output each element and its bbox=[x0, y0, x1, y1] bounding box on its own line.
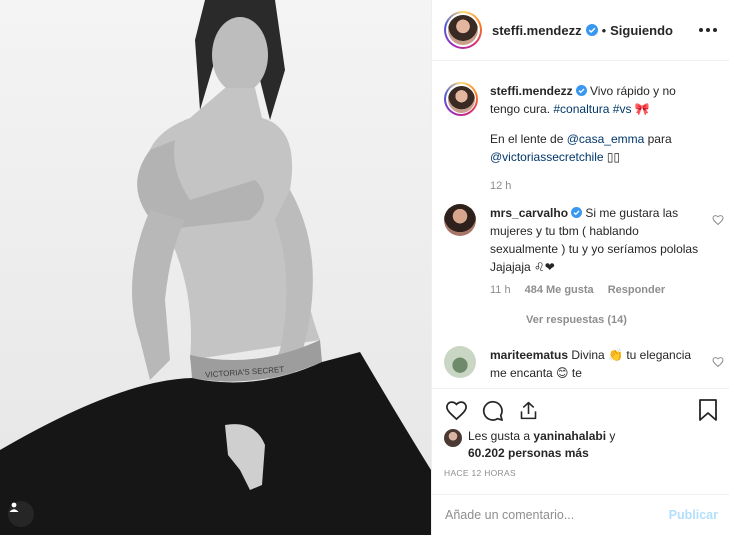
likes-summary: Les gusta a yaninahalabi y 60.202 person… bbox=[444, 428, 722, 462]
view-replies-label[interactable]: Ver respuestas (14) bbox=[526, 314, 627, 326]
heart-icon bbox=[445, 401, 467, 421]
avatar[interactable] bbox=[444, 11, 482, 49]
photo-illustration: VICTORIA'S SECRET bbox=[0, 0, 431, 535]
share-button[interactable] bbox=[516, 399, 540, 423]
liker-avatar[interactable] bbox=[444, 429, 462, 447]
action-bar bbox=[432, 388, 729, 432]
hashtag-conaltura[interactable]: #conaltura bbox=[553, 102, 609, 116]
commenter-avatar[interactable] bbox=[444, 204, 476, 236]
like-button[interactable] bbox=[444, 399, 468, 423]
save-button[interactable] bbox=[698, 399, 718, 426]
caption-text-3: para bbox=[644, 132, 672, 146]
reply-button[interactable]: Responder bbox=[608, 284, 665, 296]
post-comment-button[interactable]: Publicar bbox=[669, 508, 718, 522]
comment-text: mrs_carvalho Si me gustara las mujeres y… bbox=[490, 204, 704, 276]
caption-time[interactable]: 12 h bbox=[490, 180, 511, 192]
commenter-avatar[interactable] bbox=[444, 346, 476, 378]
likes-prefix: Les gusta a bbox=[468, 429, 534, 443]
mention-victoriassecretchile[interactable]: @victoriassecretchile bbox=[490, 150, 604, 164]
caption-text-2: En el lente de bbox=[490, 132, 567, 146]
mention-casa-emma[interactable]: @casa_emma bbox=[567, 132, 645, 146]
like-comment-heart-icon[interactable] bbox=[712, 214, 724, 226]
comment-meta: 11 h 484 Me gusta Responder bbox=[490, 284, 724, 296]
user-icon bbox=[9, 502, 19, 512]
tagged-user-button[interactable] bbox=[8, 501, 34, 527]
verified-badge-icon bbox=[571, 207, 583, 218]
comment-item: mariteematus Divina 👏 tu elegancia me en… bbox=[444, 346, 724, 382]
comment-username[interactable]: mrs_carvalho bbox=[490, 206, 568, 220]
view-replies-button[interactable]: Ver respuestas (14) bbox=[526, 314, 724, 326]
caption-item: steffi.mendezz Vivo rápido y no tengo cu… bbox=[444, 82, 724, 192]
likes-count[interactable]: 60.202 personas más bbox=[468, 446, 589, 460]
caption-username[interactable]: steffi.mendezz bbox=[490, 84, 573, 98]
comment-button[interactable] bbox=[480, 399, 504, 423]
more-options-icon[interactable] bbox=[698, 20, 718, 40]
comment-time[interactable]: 11 h bbox=[490, 284, 511, 296]
caption-text: steffi.mendezz Vivo rápido y no tengo cu… bbox=[490, 82, 704, 166]
comment-input[interactable] bbox=[445, 508, 669, 522]
likes-middle: y bbox=[606, 429, 616, 443]
post-header: steffi.mendezz • Siguiendo bbox=[432, 0, 729, 61]
comment-likes-count[interactable]: 484 Me gusta bbox=[525, 284, 594, 296]
comment-bubble-icon bbox=[482, 401, 503, 421]
comment-username[interactable]: mariteematus bbox=[490, 348, 568, 362]
comments-list[interactable]: steffi.mendezz Vivo rápido y no tengo cu… bbox=[432, 62, 729, 388]
caption-avatar[interactable] bbox=[444, 82, 478, 116]
following-button[interactable]: Siguiendo bbox=[610, 23, 673, 38]
add-comment-bar: Publicar bbox=[432, 494, 729, 535]
like-comment-heart-icon[interactable] bbox=[712, 356, 724, 368]
bow-emoji: 🎀 bbox=[634, 102, 650, 116]
caption-emoji-end: ▯▯ bbox=[606, 150, 621, 164]
post-side-panel: steffi.mendezz • Siguiendo steffi.mendez… bbox=[431, 0, 729, 535]
verified-badge-icon bbox=[575, 85, 587, 96]
liker-username[interactable]: yaninahalabi bbox=[533, 429, 606, 443]
post-timestamp[interactable]: HACE 12 HORAS bbox=[444, 468, 516, 478]
comment-item: mrs_carvalho Si me gustara las mujeres y… bbox=[444, 204, 724, 326]
hashtag-vs[interactable]: #vs bbox=[613, 102, 632, 116]
bookmark-icon bbox=[699, 399, 717, 421]
comment-text: mariteematus Divina 👏 tu elegancia me en… bbox=[490, 346, 704, 382]
caption-meta: 12 h bbox=[490, 180, 724, 192]
post-photo[interactable]: VICTORIA'S SECRET bbox=[0, 0, 431, 535]
share-icon bbox=[520, 401, 536, 420]
header-username[interactable]: steffi.mendezz bbox=[492, 23, 582, 38]
separator-dot: • bbox=[601, 22, 607, 38]
verified-badge-icon bbox=[585, 24, 598, 36]
